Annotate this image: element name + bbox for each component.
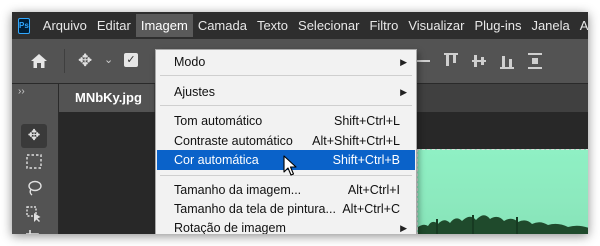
menu-item-tom-automatico[interactable]: Tom automático Shift+Ctrl+L <box>157 111 415 131</box>
submenu-arrow-icon: ▶ <box>400 223 407 233</box>
menu-janela[interactable]: Janela <box>526 14 574 37</box>
tools-panel: ›› ✥ <box>12 84 59 234</box>
align-bottom-edges-icon[interactable] <box>500 53 514 69</box>
menu-ajuda[interactable]: Ajuda <box>575 14 588 37</box>
menu-item-label: Tamanho da tela de pintura... <box>174 202 336 216</box>
menu-item-shortcut: Shift+Ctrl+B <box>332 153 400 167</box>
menu-item-tamanho-da-imagem[interactable]: Tamanho da imagem... Alt+Ctrl+I <box>157 180 415 200</box>
menu-item-label: Modo <box>174 55 206 69</box>
trees-silhouette <box>418 215 588 234</box>
menu-editar[interactable]: Editar <box>92 14 136 37</box>
menu-filtro[interactable]: Filtro <box>364 14 403 37</box>
menu-item-contraste-automatico[interactable]: Contraste automático Alt+Shift+Ctrl+L <box>157 131 415 151</box>
menu-item-shortcut: Shift+Ctrl+L <box>333 114 400 128</box>
lasso-tool-icon[interactable] <box>21 176 47 200</box>
menu-bar: Ps Arquivo Editar Imagem Camada Texto Se… <box>12 12 588 39</box>
align-top-edges-icon[interactable] <box>444 53 458 69</box>
submenu-arrow-icon: ▶ <box>400 87 407 97</box>
imagem-dropdown-menu: Modo ▶ Ajustes ▶ Tom automático Shift+Ct… <box>155 49 417 234</box>
chevron-down-icon[interactable]: ⌄ <box>104 53 113 66</box>
collapse-panel-icon[interactable]: ›› <box>18 86 25 97</box>
submenu-arrow-icon: ▶ <box>400 57 407 67</box>
menu-item-modo[interactable]: Modo ▶ <box>157 52 415 72</box>
menu-arquivo[interactable]: Arquivo <box>38 14 92 37</box>
menu-item-shortcut: Alt+Shift+Ctrl+L <box>312 134 400 148</box>
menu-item-label: Rotação de imagem <box>174 221 286 234</box>
photoshop-logo-icon[interactable]: Ps <box>18 17 30 34</box>
mouse-pointer-icon <box>283 155 297 176</box>
menu-item-rotacao-de-imagem[interactable]: Rotação de imagem ▶ <box>157 218 415 234</box>
distribute-icon[interactable] <box>528 53 542 69</box>
align-left-edges-icon[interactable] <box>416 53 430 69</box>
marquee-tool-icon[interactable] <box>21 150 47 174</box>
menu-item-label: Ajustes <box>174 85 215 99</box>
document-tab[interactable]: MNbKy.jpg <box>59 84 154 112</box>
crop-tool-icon[interactable] <box>21 226 47 234</box>
align-vertical-centers-icon[interactable] <box>472 53 486 69</box>
menu-item-shortcut: Alt+Ctrl+C <box>342 202 400 216</box>
menu-item-label: Contraste automático <box>174 134 293 148</box>
auto-select-checkbox[interactable]: ✓ <box>124 53 138 67</box>
options-divider <box>64 49 65 73</box>
menu-item-label: Tamanho da imagem... <box>174 183 302 197</box>
menu-item-label: Tom automático <box>174 114 263 128</box>
menu-selecionar[interactable]: Selecionar <box>293 14 364 37</box>
menu-plug-ins[interactable]: Plug-ins <box>469 14 526 37</box>
menu-visualizar[interactable]: Visualizar <box>403 14 469 37</box>
menu-item-shortcut: Alt+Ctrl+I <box>347 183 400 197</box>
document-image[interactable] <box>417 149 588 234</box>
object-selection-tool-icon[interactable] <box>21 202 47 226</box>
menu-item-label: Cor automática <box>174 153 259 167</box>
menu-separator <box>160 105 412 106</box>
menu-camada[interactable]: Camada <box>193 14 252 37</box>
menu-texto[interactable]: Texto <box>252 14 293 37</box>
menu-imagem[interactable]: Imagem <box>135 14 193 37</box>
menu-item-ajustes[interactable]: Ajustes ▶ <box>157 82 415 102</box>
move-tool-icon[interactable]: ✥ <box>21 124 47 148</box>
align-icons-group <box>416 53 542 69</box>
home-icon[interactable] <box>28 51 50 71</box>
move-tool-icon[interactable]: ✥ <box>78 51 100 71</box>
menu-separator <box>160 75 412 76</box>
menu-item-tamanho-da-tela[interactable]: Tamanho da tela de pintura... Alt+Ctrl+C <box>157 199 415 219</box>
photoshop-window: Ps Arquivo Editar Imagem Camada Texto Se… <box>12 12 588 234</box>
